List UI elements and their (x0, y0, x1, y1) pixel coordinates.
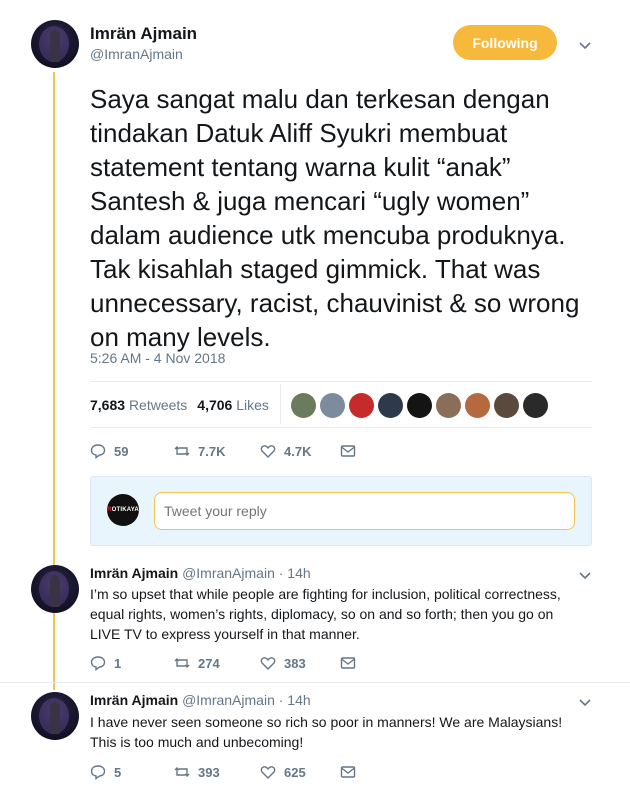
reply-button[interactable]: 59 (90, 443, 174, 459)
tweet-stats: 7,683 Retweets 4,706 Likes (90, 397, 269, 413)
reply-author-handle[interactable]: @ImranAjmain (182, 565, 275, 581)
liker-avatar[interactable] (349, 393, 374, 418)
reply-time[interactable]: · 14h (279, 692, 311, 708)
like-button[interactable]: 4.7K (260, 443, 340, 459)
reply-actions: 5 393 625 (90, 764, 364, 780)
following-button[interactable]: Following (453, 25, 557, 60)
reply-button[interactable]: 1 (90, 655, 174, 671)
reply-text: I have never seen someone so rich so poo… (90, 714, 563, 750)
envelope-icon (340, 657, 356, 669)
liker-avatar[interactable] (436, 393, 461, 418)
reply-header: Imrän Ajmain @ImranAjmain · 14h (90, 692, 311, 708)
liker-avatar[interactable] (523, 393, 548, 418)
avatar[interactable] (31, 692, 79, 740)
likes-stat[interactable]: 4,706 Likes (197, 397, 269, 413)
liker-avatar[interactable] (465, 393, 490, 418)
author-handle[interactable]: @ImranAjmain (90, 46, 183, 62)
thread-connector (53, 612, 55, 690)
reply-time[interactable]: · 14h (279, 565, 311, 581)
reply-author-name[interactable]: Imrän Ajmain (90, 565, 178, 581)
envelope-icon (340, 445, 356, 457)
envelope-icon (340, 766, 356, 778)
chevron-down-icon[interactable] (578, 38, 592, 52)
chevron-down-icon[interactable] (578, 695, 592, 709)
retweets-stat[interactable]: 7,683 Retweets (90, 397, 187, 413)
heart-icon (260, 766, 276, 779)
divider (280, 384, 281, 424)
divider (90, 427, 592, 428)
chevron-down-icon[interactable] (578, 568, 592, 582)
liker-avatar[interactable] (407, 393, 432, 418)
user-avatar-logo: R OTIKAYA (107, 494, 139, 526)
retweet-icon (174, 767, 190, 777)
like-button[interactable]: 383 (260, 655, 340, 671)
liker-avatar[interactable] (320, 393, 345, 418)
reply-icon (90, 444, 106, 459)
heart-icon (260, 445, 276, 458)
author-name[interactable]: Imrän Ajmain (90, 24, 197, 44)
reply-author-handle[interactable]: @ImranAjmain (182, 692, 275, 708)
tweet-actions: 59 7.7K 4.7K (90, 443, 364, 459)
retweet-icon (174, 658, 190, 668)
likers-avatars[interactable] (291, 393, 548, 418)
avatar[interactable] (31, 20, 79, 68)
liker-avatar[interactable] (494, 393, 519, 418)
reply-input[interactable] (154, 492, 575, 530)
reply-author-name[interactable]: Imrän Ajmain (90, 692, 178, 708)
direct-message-button[interactable] (340, 655, 364, 671)
reply-text: I’m so upset that while people are fight… (90, 586, 561, 642)
direct-message-button[interactable] (340, 764, 364, 780)
reply-actions: 1 274 383 (90, 655, 364, 671)
thread-connector (53, 72, 55, 572)
retweet-button[interactable]: 393 (174, 764, 260, 780)
retweet-button[interactable]: 7.7K (174, 443, 260, 459)
heart-icon (260, 657, 276, 670)
reply-header: Imrän Ajmain @ImranAjmain · 14h (90, 565, 311, 581)
like-button[interactable]: 625 (260, 764, 340, 780)
tweet-text: Saya sangat malu dan terkesan dengan tin… (90, 84, 580, 352)
retweet-button[interactable]: 274 (174, 655, 260, 671)
reply-icon (90, 765, 106, 780)
direct-message-button[interactable] (340, 443, 364, 459)
reply-button[interactable]: 5 (90, 764, 174, 780)
liker-avatar[interactable] (291, 393, 316, 418)
avatar[interactable] (31, 565, 79, 613)
liker-avatar[interactable] (378, 393, 403, 418)
retweet-icon (174, 446, 190, 456)
reply-icon (90, 656, 106, 671)
divider (90, 381, 592, 382)
tweet-timestamp[interactable]: 5:26 AM - 4 Nov 2018 (90, 350, 225, 366)
divider (0, 682, 630, 683)
